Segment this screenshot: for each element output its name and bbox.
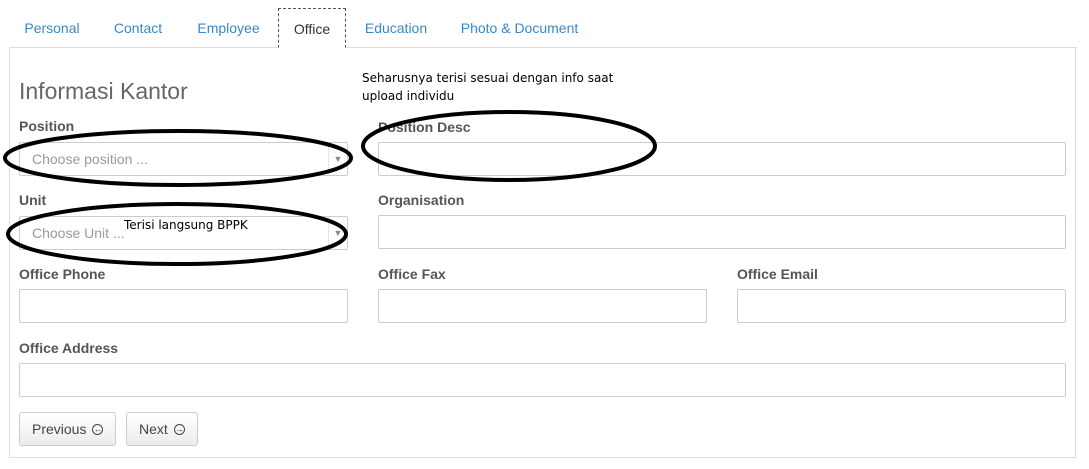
- organisation-label: Organisation: [378, 192, 465, 208]
- office-address-input[interactable]: [19, 363, 1066, 397]
- tab-education[interactable]: Education: [348, 8, 444, 47]
- previous-button-label: Previous: [32, 421, 87, 437]
- previous-button[interactable]: Previous: [19, 412, 117, 446]
- tab-photo-document[interactable]: Photo & Document: [446, 8, 593, 47]
- caret-down-icon: ▼: [328, 217, 347, 249]
- office-phone-input[interactable]: [19, 289, 348, 323]
- office-email-input[interactable]: [737, 289, 1066, 323]
- annotation-line: Seharusnya terisi sesuai dengan info saa…: [362, 71, 614, 85]
- circle-arrow-left-icon: [92, 421, 104, 438]
- page-title: Informasi Kantor: [19, 78, 188, 104]
- office-address-label: Office Address: [19, 340, 119, 356]
- office-fax-label: Office Fax: [378, 266, 446, 282]
- position-desc-label: Position Desc: [378, 119, 471, 135]
- office-fax-input[interactable]: [378, 289, 707, 323]
- annotation-unit: Terisi langsung BPPK: [124, 218, 248, 232]
- unit-label: Unit: [19, 192, 47, 208]
- office-phone-label: Office Phone: [19, 266, 106, 282]
- tab-contact[interactable]: Contact: [95, 8, 181, 47]
- annotation-line: upload individu: [362, 89, 455, 103]
- position-select[interactable]: Choose position ... ▼: [19, 142, 348, 176]
- next-button[interactable]: Next: [126, 412, 198, 446]
- caret-down-icon: ▼: [328, 143, 347, 175]
- position-desc-input[interactable]: [378, 142, 1066, 176]
- tab-employee[interactable]: Employee: [181, 8, 276, 47]
- tab-bar: Personal Contact Employee Office Educati…: [9, 8, 1077, 48]
- tab-office[interactable]: Office: [278, 8, 346, 48]
- position-label: Position: [19, 118, 75, 134]
- unit-placeholder: Choose Unit ...: [32, 225, 125, 241]
- annotation-position-desc: Seharusnya terisi sesuai dengan info saa…: [362, 69, 613, 105]
- organisation-input[interactable]: [378, 215, 1066, 249]
- circle-arrow-right-icon: [173, 421, 185, 438]
- position-placeholder: Choose position ...: [32, 151, 148, 167]
- tab-personal[interactable]: Personal: [9, 8, 95, 47]
- office-email-label: Office Email: [737, 266, 818, 282]
- next-button-label: Next: [139, 421, 168, 437]
